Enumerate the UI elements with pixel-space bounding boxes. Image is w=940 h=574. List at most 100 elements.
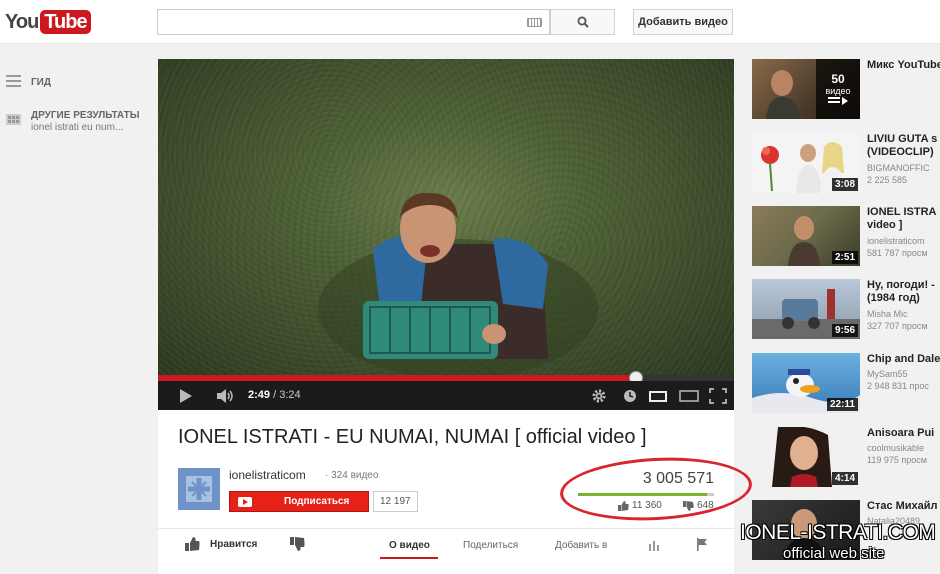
related-title[interactable]: LIVIU GUTA s (VIDEOCLIP) [867,133,937,159]
youtube-play-icon [238,496,252,507]
logo-you-text: You [5,10,39,33]
related-title[interactable]: IONEL ISTRA video ] [867,206,936,232]
playlist-overlay: 50 видео [816,59,860,119]
player-controls: 2:49 / 3:24 [158,381,734,410]
playlist-icon [828,97,848,105]
search-input[interactable] [158,10,518,34]
video-duration: 4:14 [831,472,858,485]
large-player-icon[interactable] [679,389,699,403]
playlist-label: видео [825,86,851,96]
video-info-panel: IONEL ISTRATI - EU NUMAI, NUMAI [ offici… [158,410,754,574]
video-title: IONEL ISTRATI - EU NUMAI, NUMAI [ offici… [178,426,647,448]
related-title[interactable]: Anisoara Pui [867,427,934,440]
thumbs-up-icon [185,537,200,551]
related-thumbnail[interactable]: 4:14 [752,427,860,487]
related-thumbnail[interactable]: 50 видео [752,59,860,119]
channel-video-count: · 324 видео [325,470,379,481]
thumbnail-image [766,70,800,119]
small-player-icon[interactable] [649,389,667,403]
subscribe-button[interactable]: Подписаться [229,491,369,512]
playlist-count: 50 [831,72,845,86]
youtube-watch-page: You Tube Добавить видео ГИД ДРУГИЕ РЕЗУЛ… [0,0,940,574]
guide-sidebar: ГИД ДРУГИЕ РЕЗУЛЬТАТЫ ionel istrati eu n… [0,60,150,133]
search-box [157,9,550,35]
related-views: 2 948 831 прос [867,381,929,391]
video-performer-image [318,192,598,375]
related-views: 2 225 585 [867,175,908,185]
active-tab-indicator [380,557,438,559]
video-duration: 22:11 [826,398,858,411]
guide-item-label: ГИД [31,77,51,88]
guide-item-sublabel: ionel istrati eu num... [31,122,124,133]
annotation-circle [558,453,754,525]
like-button-label: Нравится [210,538,258,550]
related-title-line1: LIVIU GUTA s [867,133,938,145]
related-item[interactable]: 9:56 Ну, погоди! - (1984 год) Misha Mic … [752,279,940,341]
guide-item-label: ДРУГИЕ РЕЗУЛЬТАТЫ [31,110,140,121]
channel-name-link[interactable]: ionelistraticom [229,468,306,482]
related-channel: ionelistraticom [867,236,925,246]
watch-later-clock-icon[interactable] [623,389,637,403]
guide-item-other-results[interactable]: ДРУГИЕ РЕЗУЛЬТАТЫ ionel istrati eu num..… [0,110,150,138]
subscribe-label: Подписаться [284,496,350,507]
tab-share[interactable]: Поделиться [463,540,518,551]
site-watermark-subtitle: official web site [783,545,885,562]
video-duration: 3:08 [831,178,858,191]
related-thumbnail[interactable]: 2:51 [752,206,860,266]
related-title-line1: Ну, погоди! - [867,279,935,291]
related-title-line1: IONEL ISTRA [867,206,937,218]
related-channel: MySam55 [867,369,908,379]
video-player[interactable]: 2:49 / 3:24 [158,59,734,410]
guide-item-guide[interactable]: ГИД [0,74,150,102]
keyboard-icon[interactable] [527,18,542,27]
video-frame[interactable] [158,59,734,375]
time-separator: / [270,389,280,401]
related-thumbnail[interactable]: 9:56 [752,279,860,339]
related-thumbnail[interactable]: 22:11 [752,353,860,413]
volume-icon[interactable] [216,388,236,404]
related-views: 119 975 просм [867,455,927,465]
stats-icon[interactable] [648,539,662,551]
action-bar: Нравится О видео Поделиться Добавить в [158,528,734,559]
related-thumbnail[interactable]: 3:08 [752,133,860,193]
related-channel: BIGMANOFFIC [867,163,930,173]
time-total: 3:24 [279,389,301,401]
like-button[interactable]: Нравится [185,537,257,551]
related-channel: coolmusikable [867,443,925,453]
time-current: 2:49 [248,389,271,401]
related-title[interactable]: Chip and Dale [867,353,940,366]
play-icon[interactable] [178,388,194,404]
results-grid-icon [6,114,21,125]
related-title[interactable]: Микс YouTube [867,59,940,72]
related-item[interactable]: 3:08 LIVIU GUTA s (VIDEOCLIP) BIGMANOFFI… [752,133,940,195]
video-duration: 9:56 [831,324,858,337]
related-views: 327 707 просм [867,321,928,331]
subscriber-count: 12 197 [373,491,418,512]
search-icon [577,16,589,28]
video-duration: 2:51 [831,251,858,264]
channel-avatar[interactable] [178,468,220,510]
related-views: 581 787 просм [867,248,928,258]
related-item[interactable]: 2:51 IONEL ISTRA video ] ionelistraticom… [752,206,940,268]
youtube-logo[interactable]: You Tube [5,10,91,34]
related-item[interactable]: 22:11 Chip and Dale MySam55 2 948 831 пр… [752,353,940,415]
settings-gear-icon[interactable] [591,388,607,404]
dislike-thumbs-down-icon[interactable] [290,537,305,551]
masthead: You Tube Добавить видео [0,0,940,44]
related-title[interactable]: Стас Михайл [867,500,938,513]
site-watermark: IONEL-ISTRATI.COM [740,521,936,544]
search-button[interactable] [550,9,615,35]
related-item[interactable]: 4:14 Anisoara Pui coolmusikable 119 975 … [752,427,940,489]
fullscreen-icon[interactable] [709,388,727,404]
report-flag-icon[interactable] [696,538,708,551]
related-title-line2: (VIDEOCLIP) [867,146,934,158]
tab-about[interactable]: О видео [389,540,430,551]
related-title-line2: video ] [867,219,903,231]
upload-video-button[interactable]: Добавить видео [633,9,733,35]
default-avatar-icon [178,468,220,510]
related-item[interactable]: 50 видео Микс YouTube [752,59,940,121]
tab-add-to[interactable]: Добавить в [555,540,607,551]
related-title[interactable]: Ну, погоди! - (1984 год) [867,279,935,305]
logo-tube-text: Tube [40,10,91,34]
related-channel: Misha Mic [867,309,908,319]
